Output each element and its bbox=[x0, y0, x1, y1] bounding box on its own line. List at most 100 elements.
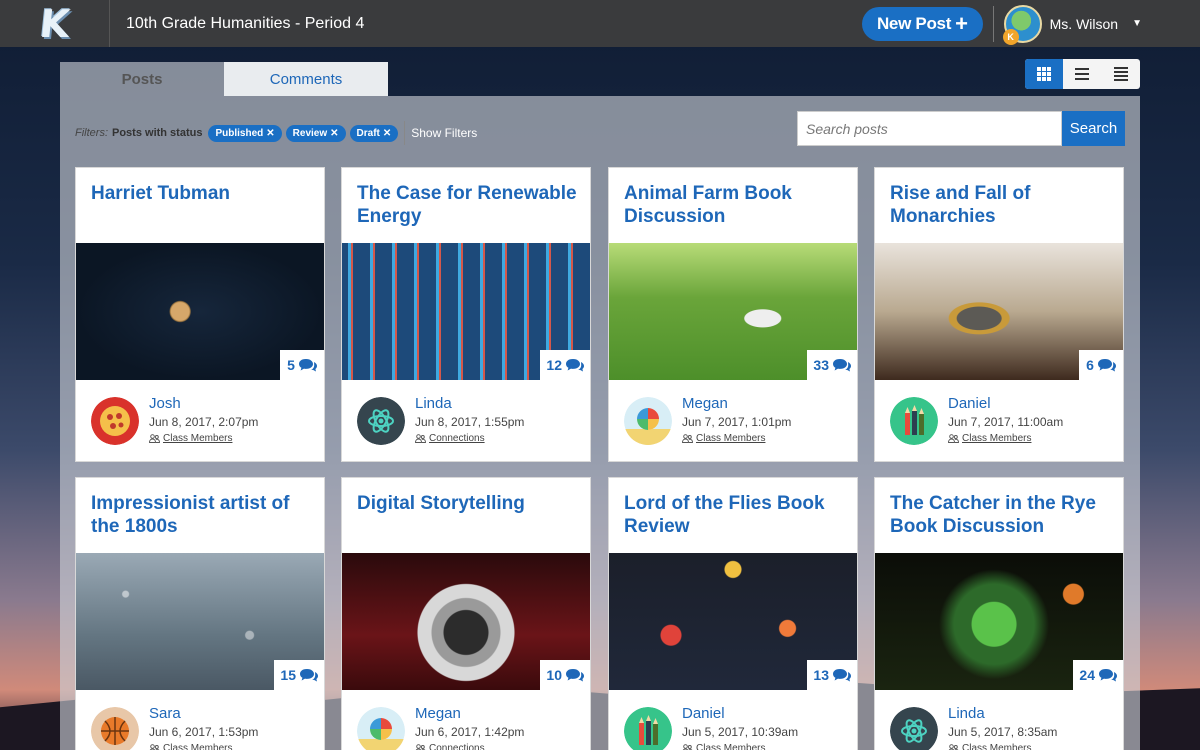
post-title[interactable]: Animal Farm Book Discussion bbox=[624, 182, 849, 228]
close-icon[interactable]: ✕ bbox=[330, 128, 338, 139]
author-name[interactable]: Daniel bbox=[682, 705, 725, 722]
search-button[interactable]: Search bbox=[1062, 111, 1125, 146]
filter-chip-published[interactable]: Published ✕ bbox=[208, 124, 282, 142]
tab-posts[interactable]: Posts bbox=[60, 62, 224, 96]
people-icon bbox=[682, 744, 693, 750]
post-title[interactable]: Harriet Tubman bbox=[91, 182, 316, 205]
detail-list-view-button[interactable] bbox=[1102, 59, 1140, 89]
post-audience: Connections bbox=[415, 433, 485, 444]
search-input[interactable] bbox=[797, 111, 1062, 146]
comment-count-badge[interactable]: 6 bbox=[1079, 350, 1123, 380]
author-name[interactable]: Linda bbox=[415, 395, 452, 412]
post-date: Jun 7, 2017, 1:01pm bbox=[682, 415, 792, 429]
post-title[interactable]: Lord of the Flies Book Review bbox=[624, 492, 849, 538]
post-date: Jun 8, 2017, 2:07pm bbox=[149, 415, 259, 429]
author-name[interactable]: Josh bbox=[149, 395, 181, 412]
post-title[interactable]: The Case for Renewable Energy bbox=[357, 182, 582, 228]
post-image[interactable]: 24 bbox=[875, 553, 1123, 690]
comment-count-badge[interactable]: 33 bbox=[807, 350, 857, 380]
audience-label[interactable]: Class Members bbox=[163, 743, 232, 750]
audience-label[interactable]: Connections bbox=[429, 743, 485, 750]
post-audience: Class Members bbox=[682, 433, 765, 444]
people-icon bbox=[149, 744, 160, 750]
audience-label[interactable]: Class Members bbox=[696, 743, 765, 750]
new-post-button[interactable]: New Post + bbox=[861, 6, 983, 41]
post-card[interactable]: Harriet Tubman 5 Josh Jun 8, 2017, 2:07pm Cl… bbox=[75, 167, 325, 462]
post-audience: Class Members bbox=[948, 433, 1031, 444]
author-avatar-pizza-icon bbox=[91, 397, 139, 445]
author-avatar-basketball-icon bbox=[91, 707, 139, 750]
post-card[interactable]: Digital Storytelling 10 Megan Jun 6, 2017, … bbox=[341, 477, 591, 750]
close-icon[interactable]: ✕ bbox=[266, 128, 274, 139]
filter-chip-review[interactable]: Review ✕ bbox=[285, 124, 346, 142]
filter-chip-draft[interactable]: Draft ✕ bbox=[349, 124, 399, 142]
post-card[interactable]: The Catcher in the Rye Book Discussion 24… bbox=[874, 477, 1124, 750]
comments-icon bbox=[566, 668, 584, 682]
audience-label[interactable]: Connections bbox=[429, 433, 485, 444]
audience-label[interactable]: Class Members bbox=[962, 743, 1031, 750]
people-icon bbox=[415, 744, 426, 750]
post-audience: Class Members bbox=[948, 743, 1031, 750]
list-view-button[interactable] bbox=[1063, 59, 1101, 89]
tab-comments[interactable]: Comments bbox=[224, 62, 388, 96]
comment-count-badge[interactable]: 13 bbox=[807, 660, 857, 690]
post-title[interactable]: The Catcher in the Rye Book Discussion bbox=[890, 492, 1115, 538]
author-name[interactable]: Linda bbox=[948, 705, 985, 722]
author-name[interactable]: Megan bbox=[415, 705, 461, 722]
post-date: Jun 7, 2017, 11:00am bbox=[948, 415, 1064, 429]
author-name[interactable]: Sara bbox=[149, 705, 181, 722]
plus-icon: + bbox=[955, 10, 968, 36]
author-avatar-pencils-icon bbox=[624, 707, 672, 750]
people-icon bbox=[948, 744, 959, 750]
comment-count-badge[interactable]: 15 bbox=[274, 660, 324, 690]
post-date: Jun 6, 2017, 1:42pm bbox=[415, 725, 525, 739]
post-card[interactable]: The Case for Renewable Energy 12 Linda Jun … bbox=[341, 167, 591, 462]
author-name[interactable]: Megan bbox=[682, 395, 728, 412]
author-avatar-beach-ball-icon bbox=[624, 397, 672, 445]
post-image[interactable]: 33 bbox=[609, 243, 857, 380]
post-card[interactable]: Animal Farm Book Discussion 33 Megan Jun 7,… bbox=[608, 167, 858, 462]
post-audience: Class Members bbox=[149, 743, 232, 750]
comment-count-badge[interactable]: 10 bbox=[540, 660, 590, 690]
post-audience: Connections bbox=[415, 743, 485, 750]
post-audience: Class Members bbox=[682, 743, 765, 750]
comment-count-badge[interactable]: 24 bbox=[1073, 660, 1123, 690]
post-image[interactable]: 5 bbox=[76, 243, 324, 380]
post-card[interactable]: Rise and Fall of Monarchies 6 Daniel Jun 7,… bbox=[874, 167, 1124, 462]
post-image[interactable]: 12 bbox=[342, 243, 590, 380]
audience-label[interactable]: Class Members bbox=[696, 433, 765, 444]
search-box: Search bbox=[797, 111, 1125, 146]
post-card[interactable]: Impressionist artist of the 1800s 15 Sara J… bbox=[75, 477, 325, 750]
author-name[interactable]: Daniel bbox=[948, 395, 991, 412]
filter-bar: Filters: Posts with status Published ✕ Re… bbox=[75, 121, 477, 145]
grid-view-button[interactable] bbox=[1025, 59, 1064, 89]
comment-count-badge[interactable]: 5 bbox=[280, 350, 324, 380]
tab-bar: Posts Comments bbox=[60, 62, 388, 96]
app-logo[interactable]: K bbox=[0, 0, 110, 47]
post-image[interactable]: 13 bbox=[609, 553, 857, 690]
divider bbox=[992, 5, 994, 42]
post-title[interactable]: Impressionist artist of the 1800s bbox=[91, 492, 316, 538]
audience-label[interactable]: Class Members bbox=[962, 433, 1031, 444]
user-avatar: K bbox=[1002, 4, 1042, 45]
post-card[interactable]: Lord of the Flies Book Review 13 Daniel Jun… bbox=[608, 477, 858, 750]
comments-icon bbox=[566, 358, 584, 372]
author-avatar-beach-ball-icon bbox=[357, 707, 405, 750]
close-icon[interactable]: ✕ bbox=[383, 128, 391, 139]
audience-label[interactable]: Class Members bbox=[163, 433, 232, 444]
author-avatar-atom-icon bbox=[357, 397, 405, 445]
show-filters-link[interactable]: Show Filters bbox=[411, 126, 477, 140]
post-image[interactable]: 10 bbox=[342, 553, 590, 690]
comments-icon bbox=[833, 358, 851, 372]
comments-icon bbox=[1099, 668, 1117, 682]
post-title[interactable]: Rise and Fall of Monarchies bbox=[890, 182, 1115, 228]
user-menu[interactable]: K Ms. Wilson ▼ bbox=[1002, 4, 1142, 45]
chevron-down-icon: ▼ bbox=[1132, 18, 1142, 29]
comment-count-badge[interactable]: 12 bbox=[540, 350, 590, 380]
post-title[interactable]: Digital Storytelling bbox=[357, 492, 582, 515]
grid-icon bbox=[1037, 67, 1052, 81]
people-icon bbox=[149, 434, 160, 443]
post-image[interactable]: 6 bbox=[875, 243, 1123, 380]
post-image[interactable]: 15 bbox=[76, 553, 324, 690]
filters-label: Filters: bbox=[75, 127, 108, 139]
